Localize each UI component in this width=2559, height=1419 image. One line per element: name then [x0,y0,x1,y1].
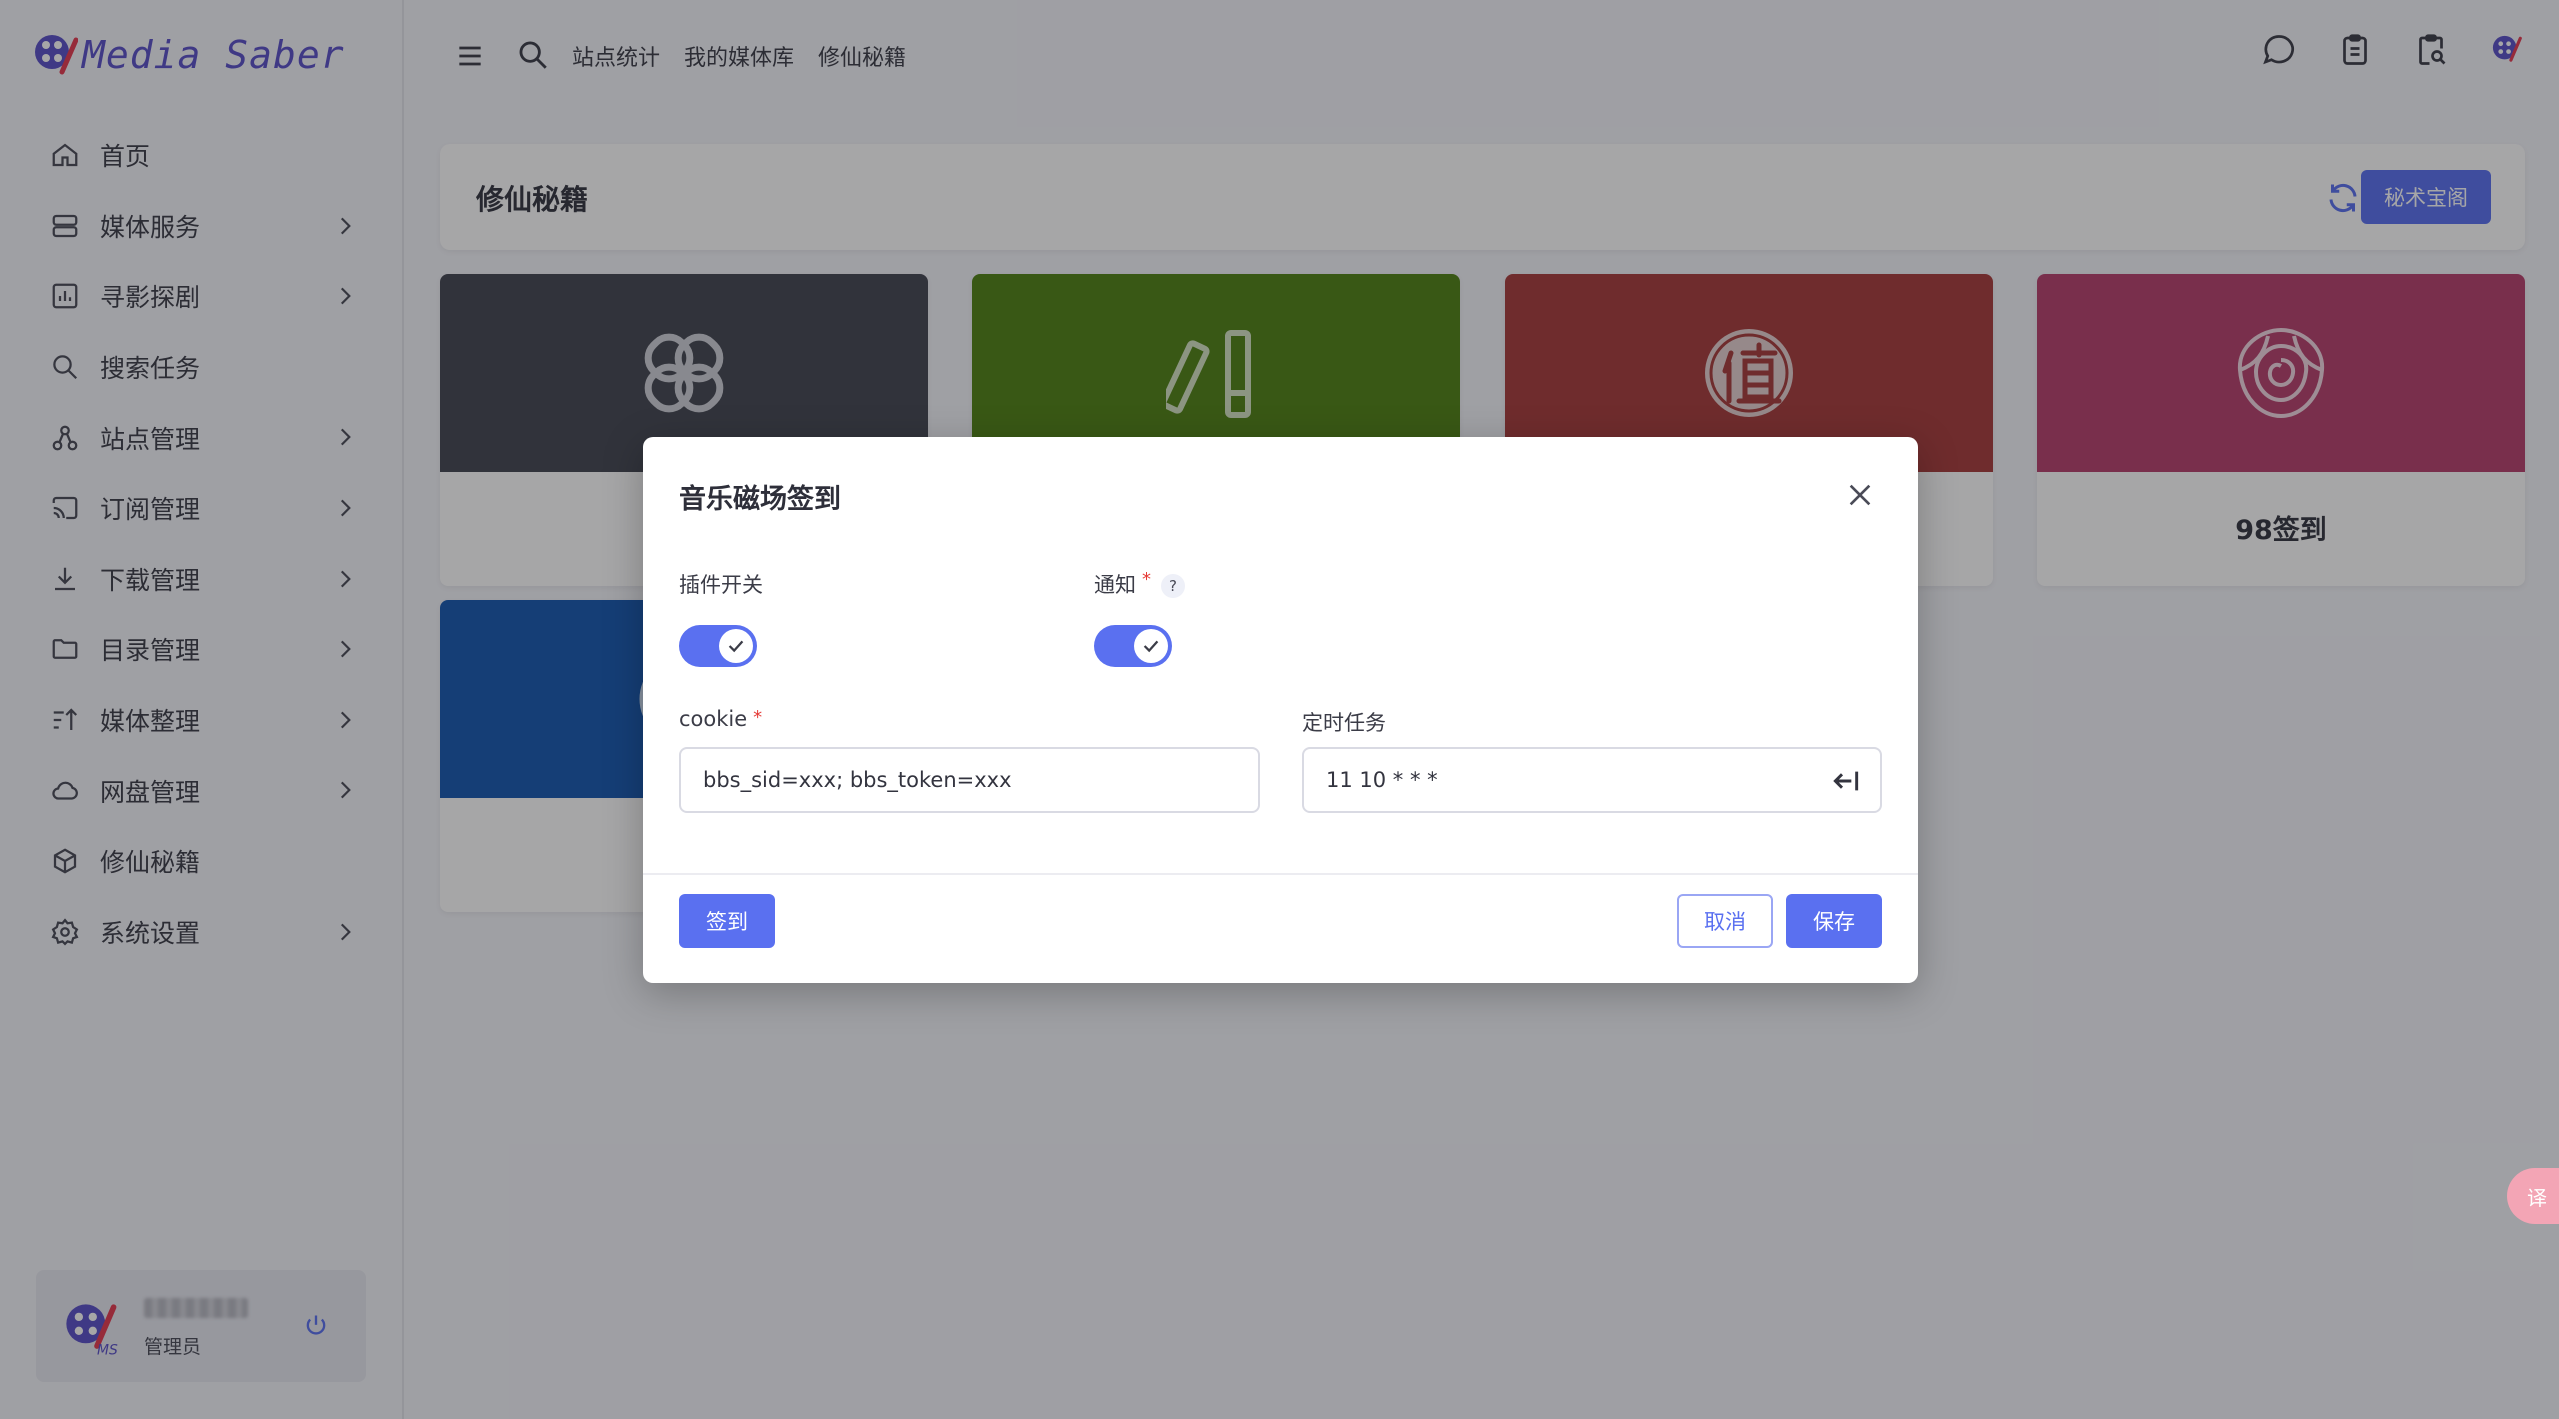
plugin-config-dialog: 音乐磁场签到 插件开关 通知 *? cookie * bbs_sid=xxx; bb… [643,437,1918,983]
close-icon[interactable] [1844,479,1876,511]
toggle-knob [719,629,753,663]
translate-icon[interactable]: 译 [2507,1168,2559,1224]
plugin-switch-label: 插件开关 [679,573,763,597]
cancel-button[interactable]: 取消 [1677,894,1773,948]
cron-label: 定时任务 [1302,711,1386,735]
required-mark: * [753,707,763,728]
dialog-divider [643,873,1918,875]
notify-toggle[interactable] [1094,625,1172,667]
check-icon [1143,640,1159,653]
required-mark: * [1142,569,1151,590]
save-button[interactable]: 保存 [1786,894,1882,948]
cookie-input[interactable]: bbs_sid=xxx; bbs_token=xxx [679,747,1260,813]
plugin-switch-toggle[interactable] [679,625,757,667]
notify-label: 通知 *? [1094,569,1185,599]
cron-input[interactable]: 11 10 * * * [1302,747,1882,813]
help-icon[interactable]: ? [1161,574,1185,598]
toggle-knob [1134,629,1168,663]
cron-helper-icon[interactable] [1830,765,1862,797]
cron-input-value: 11 10 * * * [1326,768,1438,792]
cookie-label: cookie * [679,707,763,731]
dialog-title: 音乐磁场签到 [679,484,841,515]
check-icon [728,640,744,653]
cookie-input-value: bbs_sid=xxx; bbs_token=xxx [703,768,1012,792]
checkin-button[interactable]: 签到 [679,894,775,948]
